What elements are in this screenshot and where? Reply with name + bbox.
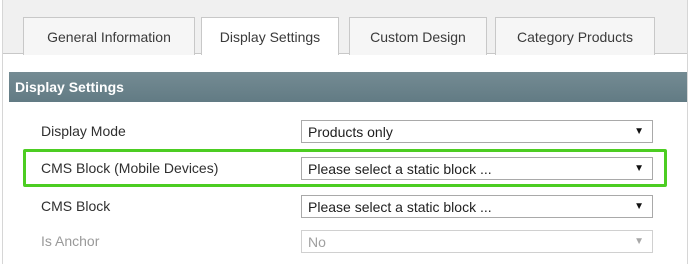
select-value: Please select a static block ... xyxy=(308,160,492,177)
is-anchor-select: No ▼ xyxy=(301,230,653,253)
section-header: Display Settings xyxy=(9,72,687,102)
tab-custom-design[interactable]: Custom Design xyxy=(349,17,487,55)
tab-display-settings[interactable]: Display Settings xyxy=(201,17,339,55)
tab-category-products[interactable]: Category Products xyxy=(495,17,655,55)
tab-label: Display Settings xyxy=(219,28,321,45)
field-label: Display Mode xyxy=(41,123,126,139)
field-row-display-mode: Display Mode Products only ▼ xyxy=(9,119,687,145)
field-row-cms-block-mobile: CMS Block (Mobile Devices) Please select… xyxy=(9,156,687,182)
display-mode-select[interactable]: Products only ▼ xyxy=(301,120,653,143)
cms-block-mobile-select[interactable]: Please select a static block ... ▼ xyxy=(301,157,653,180)
chevron-down-icon: ▼ xyxy=(634,126,644,137)
chevron-down-icon: ▼ xyxy=(634,236,644,247)
section-title: Display Settings xyxy=(15,79,124,95)
category-edit-panel: General Information Display Settings Cus… xyxy=(2,0,688,264)
tab-bar: General Information Display Settings Cus… xyxy=(3,0,687,55)
select-value: No xyxy=(308,233,326,250)
select-value: Please select a static block ... xyxy=(308,198,492,215)
tab-general-information[interactable]: General Information xyxy=(23,17,195,55)
field-label: CMS Block (Mobile Devices) xyxy=(41,160,219,176)
chevron-down-icon: ▼ xyxy=(634,201,644,212)
chevron-down-icon: ▼ xyxy=(634,163,644,174)
field-row-cms-block: CMS Block Please select a static block .… xyxy=(9,194,687,220)
field-row-is-anchor: Is Anchor No ▼ xyxy=(9,229,687,255)
field-label: CMS Block xyxy=(41,198,111,214)
tab-label: Custom Design xyxy=(370,28,466,45)
field-label: Is Anchor xyxy=(41,233,100,249)
tab-label: General Information xyxy=(47,28,171,45)
select-value: Products only xyxy=(308,123,393,140)
tab-label: Category Products xyxy=(517,28,633,45)
cms-block-select[interactable]: Please select a static block ... ▼ xyxy=(301,195,653,218)
